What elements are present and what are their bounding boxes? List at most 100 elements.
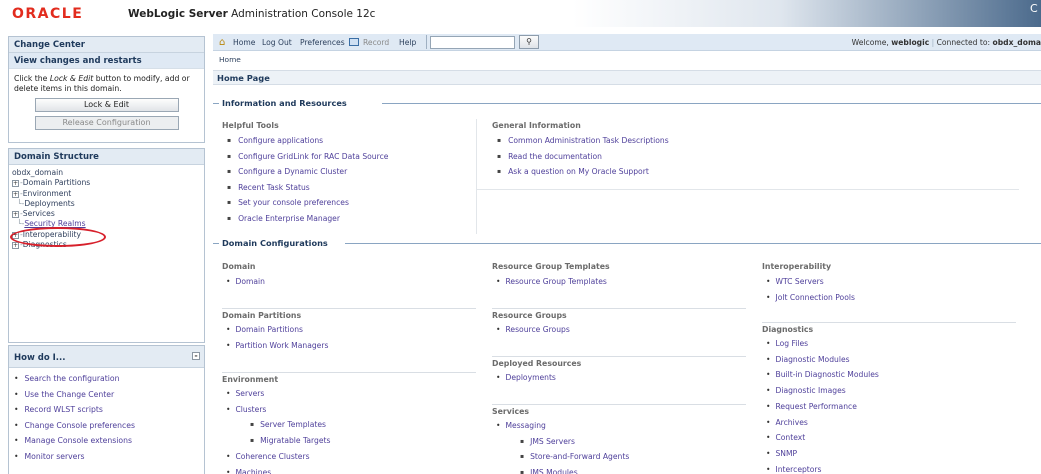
services-box: Services Messaging JMS Servers Store-and…	[492, 404, 746, 474]
record-icon[interactable]	[349, 38, 359, 46]
expand-icon[interactable]: +	[12, 190, 19, 198]
general-information-box: General Information Common Administratio…	[492, 119, 1018, 180]
home-link[interactable]: Home	[233, 38, 255, 47]
environment-title: Environment	[222, 372, 476, 386]
how-do-i-item[interactable]: Monitor servers	[14, 449, 199, 465]
tree-item-environment[interactable]: + -Environment	[12, 189, 201, 199]
domain-config-link[interactable]: Built-in Diagnostic Modules	[762, 367, 1016, 383]
change-center-panel: Change Center View changes and restarts …	[8, 36, 205, 143]
general-info-item[interactable]: Common Administration Task Descriptions	[492, 133, 1018, 149]
helpful-tools-item[interactable]: Configure GridLink for RAC Data Source	[222, 149, 476, 165]
product-title: WebLogic Server Administration Console 1…	[128, 8, 375, 20]
how-do-i-title: How do I... -	[9, 346, 204, 368]
breadcrumb[interactable]: Home	[219, 55, 241, 64]
expand-icon[interactable]: +	[12, 180, 19, 188]
helpful-tools-item[interactable]: Recent Task Status	[222, 180, 476, 196]
domain-config-link[interactable]: WTC Servers	[762, 274, 1016, 290]
change-center-description: Click the Lock & Edit button to modify, …	[14, 74, 190, 93]
domain-config-link[interactable]: Interceptors	[762, 462, 1016, 474]
domain-config-link[interactable]: Deployments	[492, 370, 746, 386]
domain-config-link[interactable]: Diagnostic Images	[762, 383, 1016, 399]
section-divider	[213, 243, 219, 244]
domain-config-link[interactable]: Resource Groups	[492, 322, 746, 338]
product-subtitle: Administration Console 12c	[227, 8, 376, 20]
search-input[interactable]	[430, 36, 515, 49]
view-changes-link[interactable]: View changes and restarts	[9, 53, 204, 69]
domain-partitions-title: Domain Partitions	[222, 308, 476, 322]
lock-edit-button[interactable]: Lock & Edit	[34, 98, 179, 112]
expand-icon[interactable]: +	[12, 211, 19, 219]
box-bottom-border	[476, 189, 1019, 190]
help-link[interactable]: Help	[399, 38, 416, 47]
domain-config-link[interactable]: SNMP	[762, 446, 1016, 462]
helpful-tools-item[interactable]: Configure a Dynamic Cluster	[222, 164, 476, 180]
domain-config-link[interactable]: Store-and-Forward Agents	[492, 449, 746, 465]
domain-config-link[interactable]: Server Templates	[222, 417, 476, 433]
expand-icon[interactable]: +	[12, 242, 19, 250]
domain-config-link[interactable]: Log Files	[762, 336, 1016, 352]
oracle-logo: ORACLE	[12, 6, 84, 22]
record-link[interactable]: Record	[363, 38, 389, 47]
release-configuration-button[interactable]: Release Configuration	[34, 116, 179, 130]
domain-config-link[interactable]: Jolt Connection Pools	[762, 290, 1016, 306]
home-icon[interactable]: ⌂	[219, 37, 225, 48]
domain-config-link[interactable]: Machines	[222, 465, 476, 474]
helpful-tools-item[interactable]: Configure applications	[222, 133, 476, 149]
general-info-item[interactable]: Read the documentation	[492, 149, 1018, 165]
resource-group-templates-box: Resource Group Templates Resource Group …	[492, 260, 746, 290]
page-title: Home Page	[217, 73, 270, 83]
environment-box: Environment Servers Clusters Server Temp…	[222, 372, 476, 474]
domain-config-link[interactable]: Domain	[222, 274, 476, 290]
how-do-i-panel: How do I...- Search the configuration Us…	[8, 345, 205, 474]
search-button[interactable]: ⚲	[519, 35, 539, 49]
diagnostics-title: Diagnostics	[762, 322, 1016, 336]
section-divider	[213, 103, 219, 104]
domain-config-link[interactable]: Partition Work Managers	[222, 338, 476, 354]
domain-config-link[interactable]: JMS Servers	[492, 434, 746, 450]
tree-item-domain-partitions[interactable]: + -Domain Partitions	[12, 178, 201, 188]
preferences-link[interactable]: Preferences	[300, 38, 345, 47]
column-divider	[476, 119, 477, 234]
info-resources-heading: Information and Resources	[222, 98, 347, 108]
general-info-item[interactable]: Ask a question on My Oracle Support	[492, 164, 1018, 180]
domain-config-link[interactable]: Context	[762, 430, 1016, 446]
welcome-text: Welcome, weblogic | Connected to: obdx_d…	[851, 38, 1041, 47]
general-information-title: General Information	[492, 121, 581, 130]
helpful-tools-title: Helpful Tools	[222, 121, 279, 130]
domain-title: Domain	[222, 262, 256, 271]
domain-config-link[interactable]: Servers	[222, 386, 476, 402]
domain-config-heading: Domain Configurations	[222, 238, 328, 248]
how-do-i-item[interactable]: Use the Change Center	[14, 387, 199, 403]
banner-corner-text: C	[1030, 2, 1038, 15]
domain-config-link[interactable]: Migratable Targets	[222, 433, 476, 449]
tree-root-obdx-domain[interactable]: obdx_domain	[12, 168, 201, 178]
tree-item-deployments[interactable]: └-Deployments	[12, 199, 201, 209]
logout-link[interactable]: Log Out	[262, 38, 292, 47]
collapse-icon[interactable]: -	[192, 352, 200, 360]
section-divider	[345, 243, 1041, 244]
domain-config-link[interactable]: Request Performance	[762, 399, 1016, 415]
how-do-i-item[interactable]: Record WLST scripts	[14, 402, 199, 418]
change-center-title: Change Center	[9, 37, 204, 53]
helpful-tools-box: Helpful Tools Configure applications Con…	[222, 119, 476, 226]
domain-config-link[interactable]: Clusters	[222, 402, 476, 418]
toolbar-separator	[426, 35, 427, 49]
domain-config-link[interactable]: Archives	[762, 415, 1016, 431]
resource-group-templates-title: Resource Group Templates	[492, 262, 610, 271]
domain-config-link[interactable]: Resource Group Templates	[492, 274, 746, 290]
domain-config-link[interactable]: Diagnostic Modules	[762, 352, 1016, 368]
domain-config-link[interactable]: Coherence Clusters	[222, 449, 476, 465]
how-do-i-item[interactable]: Search the configuration	[14, 371, 199, 387]
resource-groups-title: Resource Groups	[492, 308, 746, 322]
tree-item-services[interactable]: + -Services	[12, 209, 201, 219]
resource-groups-box: Resource Groups Resource Groups	[492, 308, 746, 338]
domain-config-link[interactable]: Domain Partitions	[222, 322, 476, 338]
domain-config-link[interactable]: Messaging	[492, 418, 746, 434]
how-do-i-item[interactable]: Change Console preferences	[14, 418, 199, 434]
how-do-i-item[interactable]: Manage Console extensions	[14, 433, 199, 449]
helpful-tools-item[interactable]: Oracle Enterprise Manager	[222, 211, 476, 227]
domain-box: Domain Domain	[222, 260, 476, 290]
helpful-tools-item[interactable]: Set your console preferences	[222, 195, 476, 211]
domain-config-link[interactable]: JMS Modules	[492, 465, 746, 474]
global-toolbar: ⌂ Home Log Out Preferences Record Help ⚲…	[213, 34, 1041, 51]
